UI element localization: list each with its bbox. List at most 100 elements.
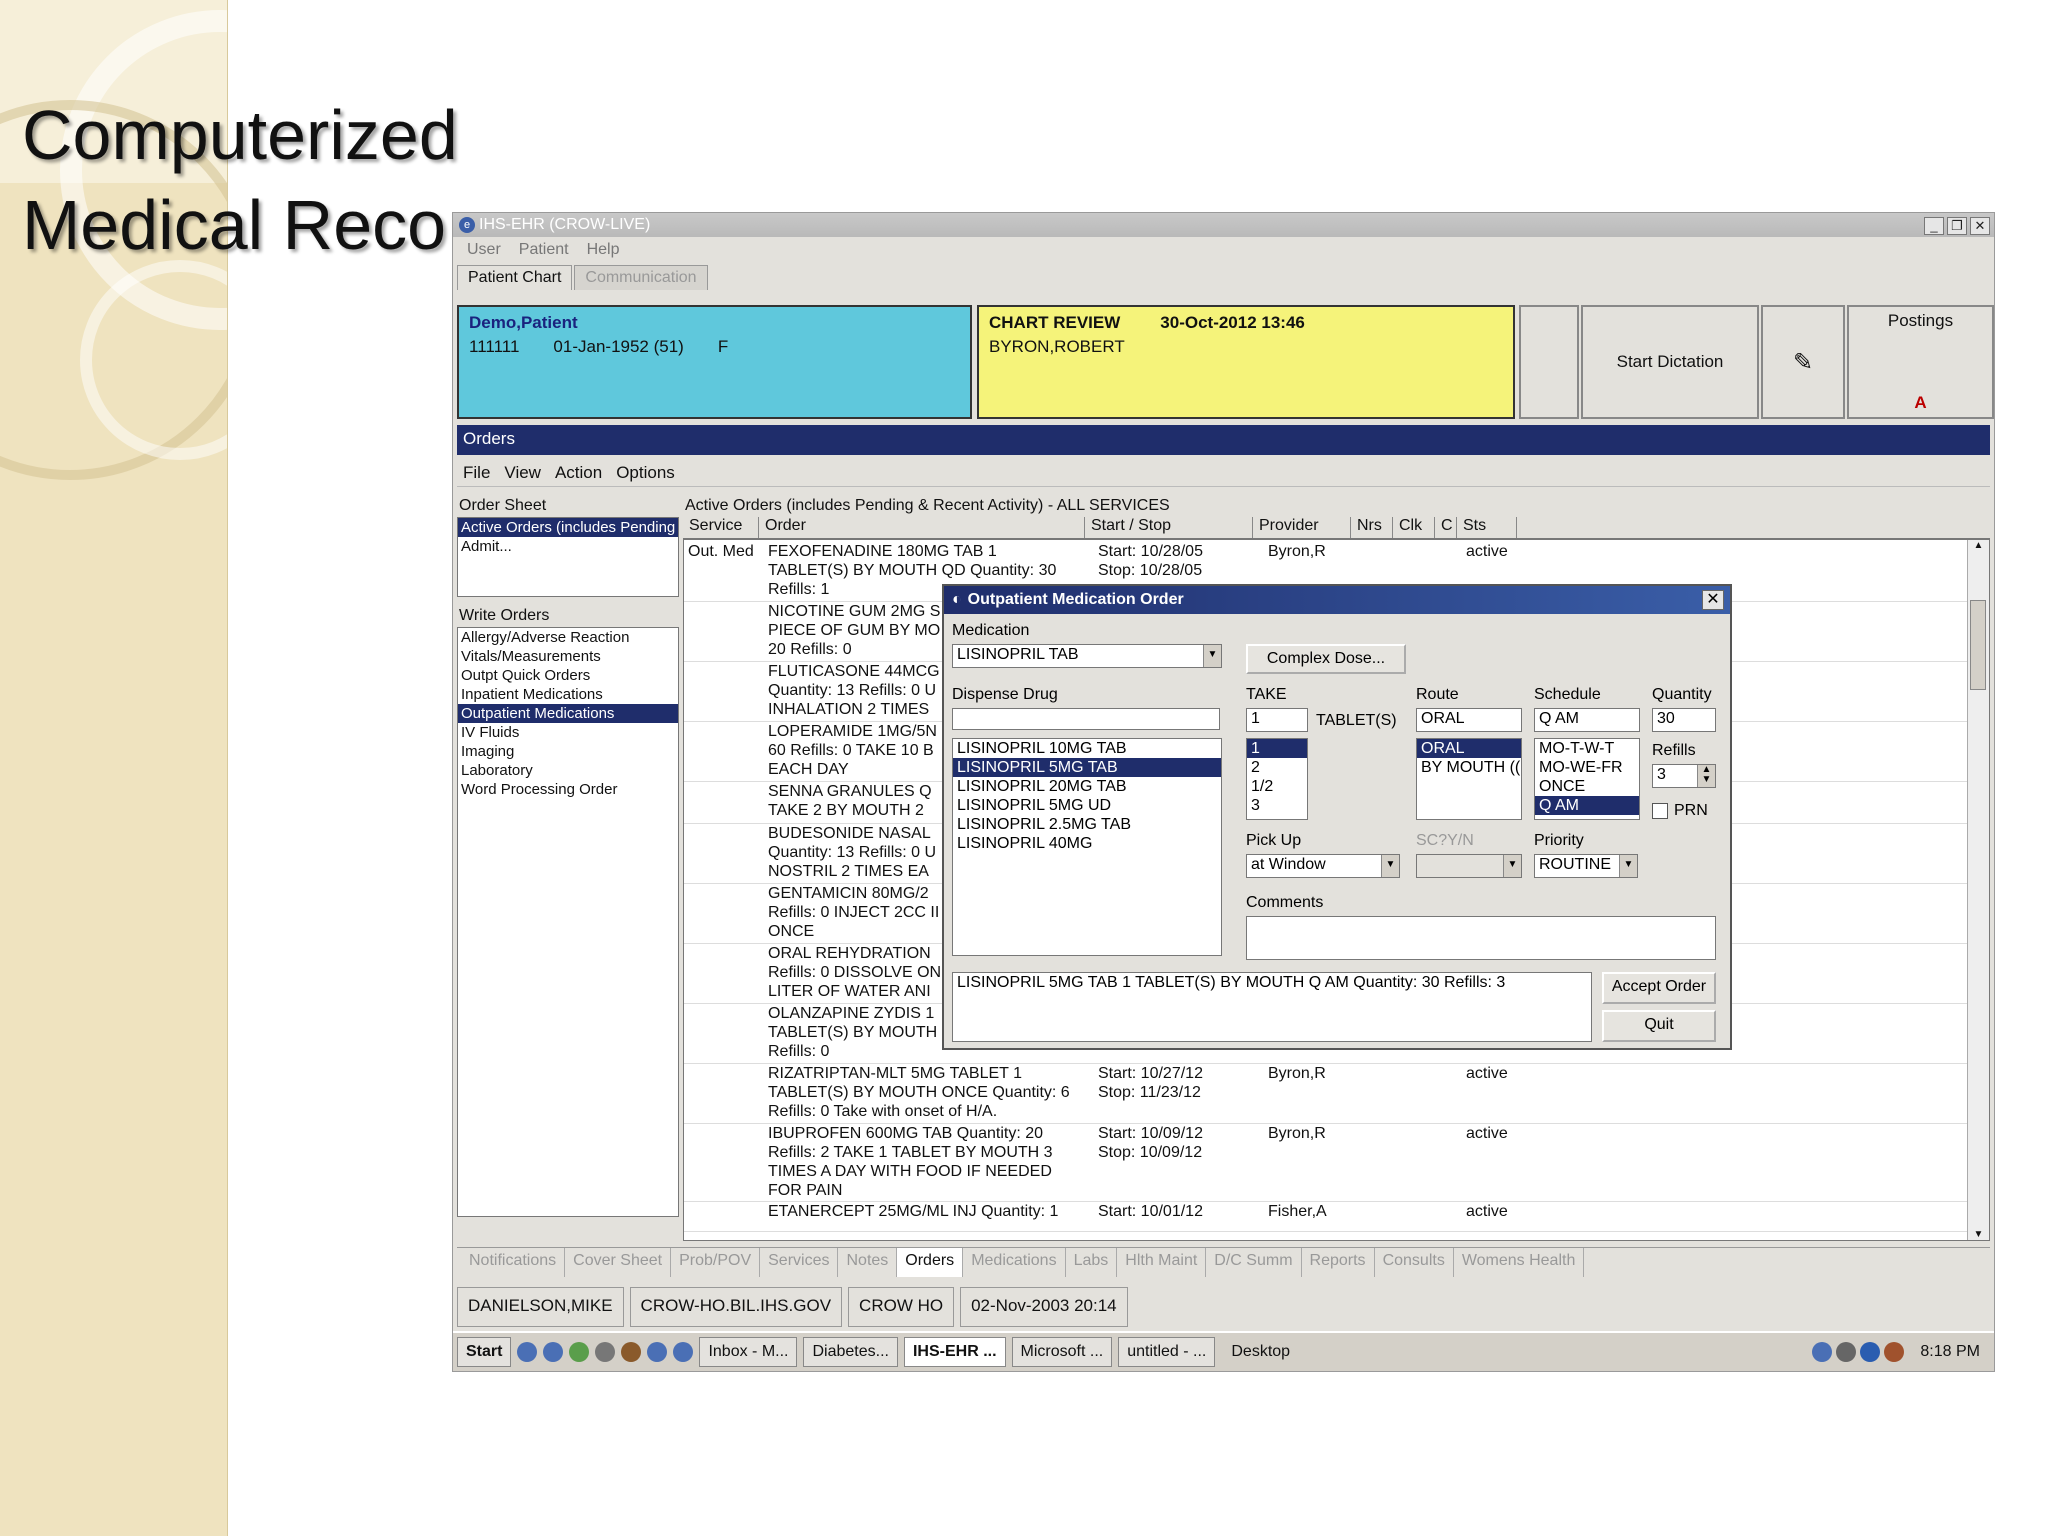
minimize-button[interactable]: _ [1924,217,1944,235]
bottom-tab[interactable]: Hlth Maint [1117,1248,1207,1277]
tray-icon[interactable] [1860,1342,1881,1362]
dispense-drug-option[interactable]: LISINOPRIL 5MG TAB [953,758,1221,777]
route-option[interactable]: BY MOUTH (( [1417,758,1521,777]
bottom-tab[interactable]: Consults [1375,1248,1454,1277]
postings-button[interactable]: Postings A [1847,305,1994,419]
refills-stepper[interactable]: 3 ▲ ▼ [1652,764,1716,788]
dispense-drug-option[interactable]: LISINOPRIL 5MG UD [953,796,1221,815]
taskbar-item[interactable]: Inbox - M... [699,1337,798,1367]
col-provider[interactable]: Provider [1253,517,1351,538]
take-option[interactable]: 2 [1247,758,1307,777]
stepper-arrows-icon[interactable]: ▲ ▼ [1697,765,1715,787]
bottom-tab[interactable]: Reports [1302,1248,1375,1277]
orders-menu-action[interactable]: Action [555,463,602,482]
desktop-toolbar-label[interactable]: Desktop [1231,1343,1290,1361]
bottom-tab[interactable]: Womens Health [1454,1248,1585,1277]
bottom-tab[interactable]: Medications [963,1248,1066,1277]
scroll-up-icon[interactable]: ▲ [1968,540,1989,551]
orders-menu-view[interactable]: View [504,463,541,482]
write-orders-item[interactable]: Imaging [458,742,678,761]
taskbar-item[interactable]: untitled - ... [1118,1337,1216,1367]
chevron-down-icon[interactable]: ▼ [1203,645,1221,667]
quit-button[interactable]: Quit [1602,1010,1716,1042]
priority-select[interactable]: ROUTINE ▼ [1534,854,1638,878]
schedule-field[interactable]: Q AM [1534,708,1640,732]
chart-review-banner[interactable]: CHART REVIEW 30-Oct-2012 13:46 BYRON,ROB… [977,305,1515,419]
bottom-tab[interactable]: Labs [1066,1248,1118,1277]
restore-button[interactable]: ❐ [1947,217,1967,235]
dialog-titlebar[interactable]: ◐ Outpatient Medication Order [944,586,1730,614]
bottom-tab[interactable]: Orders [897,1248,964,1277]
bottom-tab[interactable]: Cover Sheet [565,1248,672,1277]
dispense-drug-field[interactable]: LISINOPRIL 5MG TAB [952,708,1220,730]
chevron-down-icon[interactable]: ▼ [1503,855,1521,877]
col-c[interactable]: C [1435,517,1457,538]
patient-banner[interactable]: Demo,Patient 111111 01-Jan-1952 (51) F [457,305,972,419]
bottom-tab[interactable]: Prob/POV [671,1248,761,1277]
schedule-option[interactable]: ONCE [1535,777,1639,796]
write-orders-item[interactable]: Word Processing Order [458,780,678,799]
close-button[interactable]: ✕ [1970,217,1990,235]
dispense-drug-option[interactable]: LISINOPRIL 20MG TAB [953,777,1221,796]
bottom-tab[interactable]: Services [760,1248,839,1277]
col-sts[interactable]: Sts [1457,517,1517,538]
quicklaunch-icon[interactable] [517,1342,538,1362]
chevron-down-icon[interactable]: ▼ [1619,855,1637,877]
menu-patient[interactable]: Patient [519,241,569,259]
take-field[interactable]: 1 [1246,708,1308,732]
tab-communication[interactable]: Communication [574,265,708,290]
quicklaunch-icon[interactable] [673,1342,694,1362]
scroll-thumb[interactable] [1970,600,1986,690]
route-field[interactable]: ORAL [1416,708,1522,732]
menu-help[interactable]: Help [587,241,620,259]
dispense-drug-option[interactable]: LISINOPRIL 2.5MG TAB [953,815,1221,834]
write-orders-item[interactable]: Laboratory [458,761,678,780]
schedule-option[interactable]: Q AM [1535,796,1639,815]
col-service[interactable]: Service [683,517,759,538]
tray-icon[interactable] [1884,1342,1905,1362]
col-clk[interactable]: Clk [1393,517,1435,538]
quicklaunch-icon[interactable] [569,1342,590,1362]
orders-menu-options[interactable]: Options [616,463,675,482]
schedule-option[interactable]: MO-WE-FR [1535,758,1639,777]
tray-icon[interactable] [1812,1342,1833,1362]
menu-user[interactable]: User [467,241,501,259]
tab-patient-chart[interactable]: Patient Chart [457,265,573,290]
bottom-tab[interactable]: D/C Summ [1206,1248,1302,1277]
col-order[interactable]: Order [759,517,1085,538]
quicklaunch-icon[interactable] [543,1342,564,1362]
taskbar-item[interactable]: Microsoft ... [1011,1337,1113,1367]
schedule-option[interactable]: MO-T-W-T [1535,739,1639,758]
tray-icon[interactable] [1836,1342,1857,1362]
accept-order-button[interactable]: Accept Order [1602,972,1716,1004]
window-titlebar[interactable]: e IHS-EHR (CROW-LIVE) [453,213,1994,237]
prn-checkbox[interactable] [1652,803,1668,819]
dispense-drug-option[interactable]: LISINOPRIL 40MG [953,834,1221,853]
col-start-stop[interactable]: Start / Stop [1085,517,1253,538]
pickup-select[interactable]: at Window ▼ [1246,854,1400,878]
bottom-tab[interactable]: Notifications [461,1248,566,1277]
dispense-drug-option[interactable]: LISINOPRIL 10MG TAB [953,739,1221,758]
order-sheet-item[interactable]: Admit... [458,537,678,556]
orders-scrollbar[interactable]: ▲ ▼ [1967,540,1989,1240]
medication-field[interactable]: LISINOPRIL TAB ▼ [952,644,1222,668]
complex-dose-button[interactable]: Complex Dose... [1246,644,1406,674]
take-option[interactable]: 1/2 [1247,777,1307,796]
comments-field[interactable] [1246,916,1716,960]
write-orders-item[interactable]: Outpt Quick Orders [458,666,678,685]
write-orders-item[interactable]: Inpatient Medications [458,685,678,704]
col-nrs[interactable]: Nrs [1351,517,1393,538]
start-dictation-button[interactable]: Start Dictation [1581,305,1759,419]
route-option[interactable]: ORAL [1417,739,1521,758]
write-orders-item[interactable]: Vitals/Measurements [458,647,678,666]
order-sheet-item[interactable]: Active Orders (includes Pending [458,518,678,537]
scroll-down-icon[interactable]: ▼ [1968,1229,1989,1240]
take-option[interactable]: 3 [1247,796,1307,815]
write-orders-item[interactable]: Outpatient Medications [458,704,678,723]
quicklaunch-icon[interactable] [621,1342,642,1362]
table-row[interactable]: RIZATRIPTAN-MLT 5MG TABLET 1 TABLET(S) B… [684,1064,1967,1124]
notes-icon-button[interactable]: ✎ [1761,305,1845,419]
orders-menu-file[interactable]: File [463,463,490,482]
write-orders-item[interactable]: IV Fluids [458,723,678,742]
table-row[interactable]: ETANERCEPT 25MG/ML INJ Quantity: 1 Start:… [684,1202,1967,1232]
